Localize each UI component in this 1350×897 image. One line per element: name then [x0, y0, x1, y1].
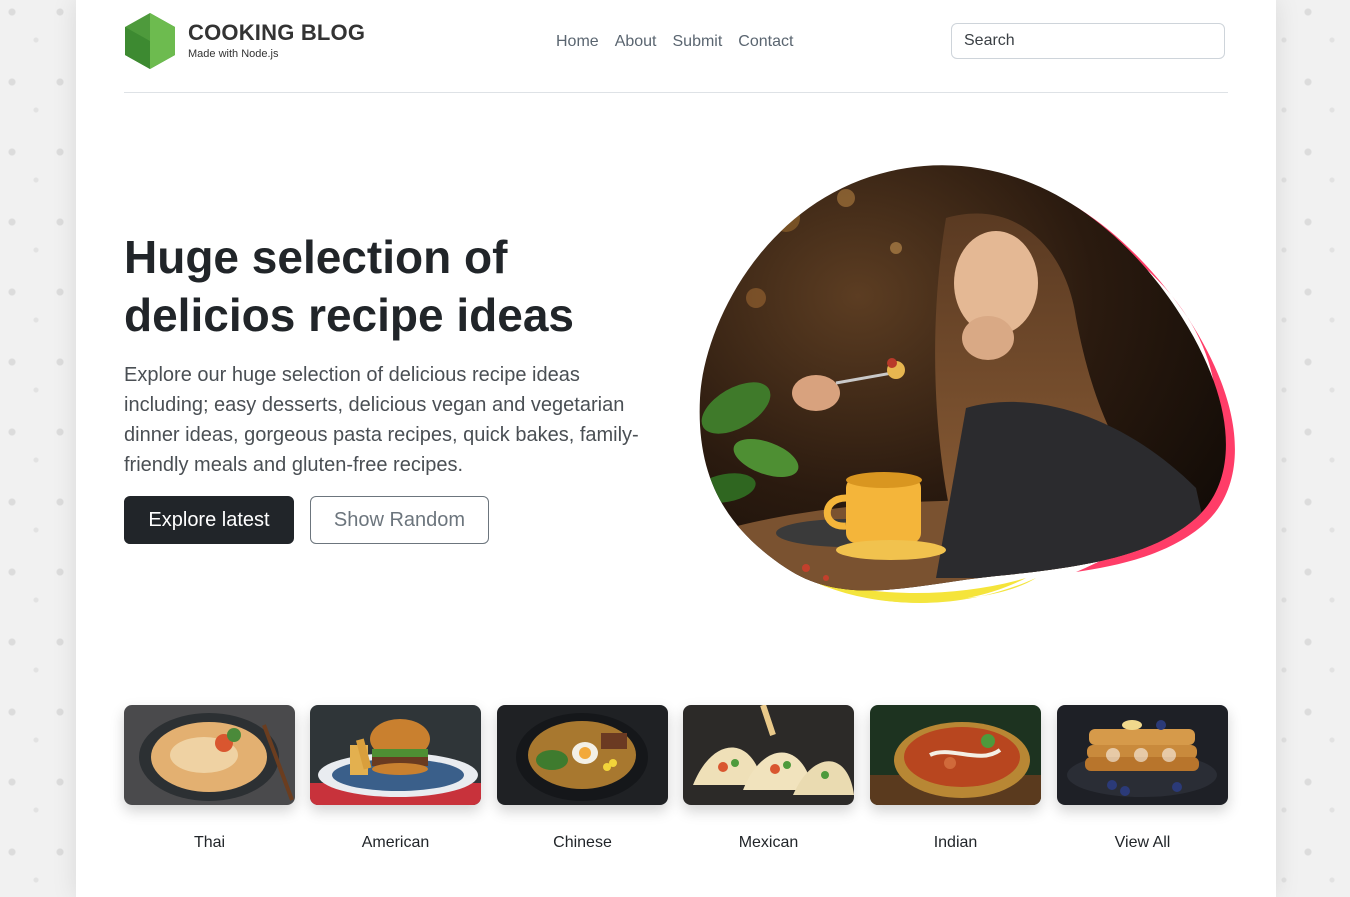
search-input[interactable] [951, 23, 1225, 59]
carousel-dot [1134, 748, 1148, 762]
nav-contact[interactable]: Contact [738, 32, 793, 52]
brand-name: COOKING BLOG [188, 20, 366, 45]
nav-home[interactable]: Home [556, 32, 599, 52]
category-american[interactable]: American [310, 705, 481, 853]
tacos-photo [683, 705, 854, 805]
site-header: COOKING BLOG Made with Node.js Home Abou… [124, 0, 1228, 93]
category-label: Indian [933, 834, 978, 851]
category-image [497, 705, 668, 805]
category-indian[interactable]: Indian [870, 705, 1041, 853]
brand-tagline: Made with Node.js [188, 48, 279, 60]
explore-latest-button[interactable]: Explore latest [124, 496, 294, 544]
category-image [683, 705, 854, 805]
category-label: View All [1114, 834, 1171, 851]
category-label: Mexican [738, 834, 799, 851]
category-chinese[interactable]: Chinese [497, 705, 668, 853]
hero-title: Huge selection of delicios recipe ideas [124, 231, 575, 341]
indian-curry-photo [870, 705, 1041, 805]
category-label: Thai [193, 834, 226, 851]
category-view-all[interactable]: View All [1057, 705, 1228, 853]
hero-image [696, 158, 1236, 618]
category-mexican[interactable]: Mexican [683, 705, 854, 853]
thai-curry-bowl-photo [124, 705, 295, 805]
category-thai[interactable]: Thai [124, 705, 295, 853]
category-label: Chinese [553, 834, 612, 851]
hero-lead: Explore our huge selection of delicious … [124, 364, 639, 476]
category-image [870, 705, 1041, 805]
woman-eating-pasta-photo [699, 165, 1235, 603]
carousel-dot [1162, 748, 1176, 762]
burger-and-fries-photo [310, 705, 481, 805]
main-nav: Home About Submit Contact [556, 32, 793, 52]
category-label: American [361, 834, 430, 851]
noodle-bowl-photo [497, 705, 668, 805]
nav-about[interactable]: About [615, 32, 657, 52]
category-image [1057, 705, 1228, 805]
nodejs-hexagon-icon [125, 13, 175, 69]
carousel-dot [1106, 748, 1120, 762]
page-container: COOKING BLOG Made with Node.js Home Abou… [76, 0, 1276, 897]
logo-link[interactable]: COOKING BLOG Made with Node.js [124, 12, 365, 70]
pancake-stack-photo [1057, 705, 1228, 805]
show-random-button[interactable]: Show Random [310, 496, 489, 544]
category-image [310, 705, 481, 805]
category-image [124, 705, 295, 805]
nav-submit[interactable]: Submit [673, 32, 723, 52]
